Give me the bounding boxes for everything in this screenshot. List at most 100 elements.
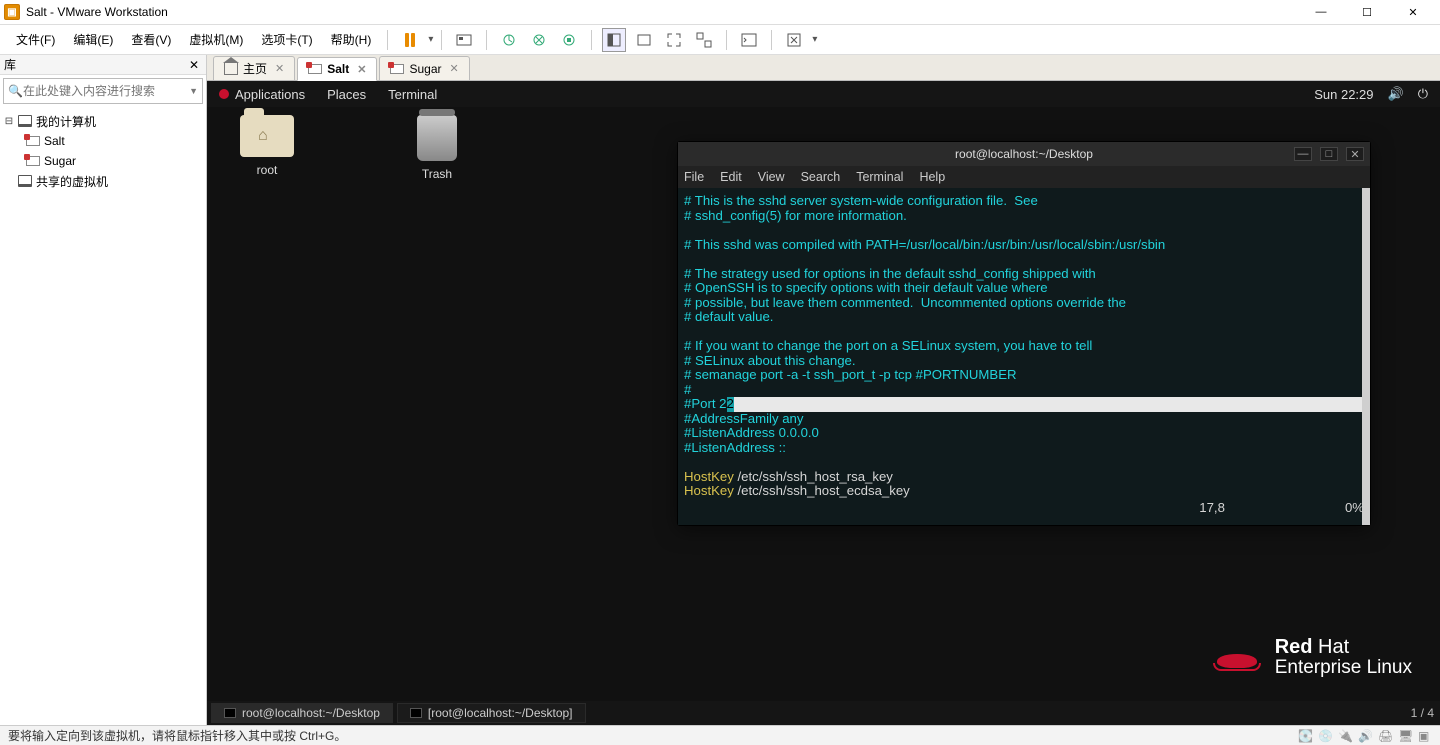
window-close-button[interactable]: ✕ bbox=[1390, 0, 1436, 25]
tree-node-sugar[interactable]: Sugar bbox=[0, 151, 206, 171]
terminal-titlebar[interactable]: root@localhost:~/Desktop — □ ✕ bbox=[678, 142, 1370, 166]
terminal-menu-search[interactable]: Search bbox=[801, 170, 841, 184]
device-more-icon[interactable]: ▣ bbox=[1418, 729, 1432, 743]
terminal-line: # This is the sshd server system-wide co… bbox=[684, 194, 1370, 209]
window-maximize-button[interactable]: ☐ bbox=[1344, 0, 1390, 25]
terminal-line: HostKey /etc/ssh/ssh_host_rsa_key bbox=[684, 470, 1370, 485]
tab-close-button[interactable]: ✕ bbox=[275, 62, 284, 75]
tab-sugar[interactable]: Sugar ✕ bbox=[379, 56, 469, 80]
menu-view[interactable]: 查看(V) bbox=[123, 27, 179, 52]
menu-help[interactable]: 帮助(H) bbox=[323, 27, 380, 52]
terminal-line bbox=[684, 455, 1370, 470]
tree-node-mycomputer[interactable]: ⊟ 我的计算机 bbox=[0, 111, 206, 131]
gnome-applications-menu[interactable]: Applications bbox=[235, 87, 305, 102]
terminal-maximize-button[interactable]: □ bbox=[1320, 147, 1338, 161]
snapshot-revert-button[interactable] bbox=[527, 28, 551, 52]
view-single-button[interactable] bbox=[602, 28, 626, 52]
menu-file[interactable]: 文件(F) bbox=[8, 27, 63, 52]
terminal-body[interactable]: # This is the sshd server system-wide co… bbox=[678, 188, 1370, 525]
terminal-line bbox=[684, 325, 1370, 340]
device-cd-icon[interactable]: 💿 bbox=[1318, 729, 1332, 743]
terminal-line: # default value. bbox=[684, 310, 1370, 325]
vmware-titlebar: ▣ Salt - VMware Workstation — ☐ ✕ bbox=[0, 0, 1440, 25]
gnome-places-menu[interactable]: Places bbox=[327, 87, 366, 102]
tab-close-button[interactable]: ✕ bbox=[357, 63, 366, 76]
computer-icon bbox=[18, 175, 32, 187]
terminal-close-button[interactable]: ✕ bbox=[1346, 147, 1364, 161]
desktop-icon-trash[interactable]: Trash bbox=[397, 115, 477, 181]
terminal-minimize-button[interactable]: — bbox=[1294, 147, 1312, 161]
vm-icon bbox=[308, 64, 322, 74]
menu-edit[interactable]: 编辑(E) bbox=[65, 27, 121, 52]
vmware-logo-icon: ▣ bbox=[4, 4, 20, 20]
sidebar-close-button[interactable]: ✕ bbox=[186, 58, 202, 72]
stretch-dropdown[interactable]: ▾ bbox=[812, 34, 817, 45]
library-sidebar: 库 ✕ 🔍 ▼ ⊟ 我的计算机 Salt Sugar bbox=[0, 55, 207, 725]
taskbar-task-terminal-2[interactable]: [root@localhost:~/Desktop] bbox=[397, 703, 586, 723]
terminal-menu-help[interactable]: Help bbox=[919, 170, 945, 184]
tab-label: Salt bbox=[327, 62, 349, 76]
device-hdd-icon[interactable]: 💽 bbox=[1298, 729, 1312, 743]
desktop-icon-root[interactable]: ⌂ root bbox=[227, 115, 307, 181]
terminal-line: # possible, but leave them commented. Un… bbox=[684, 296, 1370, 311]
terminal-menu-file[interactable]: File bbox=[684, 170, 704, 184]
vm-pause-button[interactable] bbox=[398, 28, 422, 52]
terminal-status-line: 17,8 0% bbox=[684, 499, 1370, 520]
trash-icon bbox=[417, 115, 457, 161]
menu-vm[interactable]: 虚拟机(M) bbox=[181, 27, 251, 52]
tab-salt[interactable]: Salt ✕ bbox=[297, 57, 377, 81]
terminal-line: # This sshd was compiled with PATH=/usr/… bbox=[684, 238, 1370, 253]
window-minimize-button[interactable]: — bbox=[1298, 0, 1344, 25]
tree-twisty-icon[interactable]: ⊟ bbox=[4, 116, 14, 127]
desktop-icon-label: root bbox=[227, 163, 307, 177]
tree-label: 共享的虚拟机 bbox=[36, 173, 108, 190]
search-dropdown-icon[interactable]: ▼ bbox=[189, 86, 198, 96]
gnome-terminal-menu[interactable]: Terminal bbox=[388, 87, 437, 102]
terminal-menu-edit[interactable]: Edit bbox=[720, 170, 742, 184]
terminal-scrollbar[interactable] bbox=[1362, 188, 1370, 525]
workspace-pager[interactable]: 1 / 4 bbox=[1411, 706, 1434, 720]
vm-icon bbox=[26, 136, 40, 146]
main-panel: 主页 ✕ Salt ✕ Sugar ✕ Applications Places … bbox=[207, 55, 1440, 725]
stretch-guest-button[interactable] bbox=[782, 28, 806, 52]
send-ctrl-alt-del-button[interactable] bbox=[452, 28, 476, 52]
snapshot-take-button[interactable] bbox=[497, 28, 521, 52]
vm-power-dropdown[interactable]: ▾ bbox=[428, 34, 433, 45]
terminal-text: #Port 2 bbox=[684, 397, 727, 412]
tab-label: 主页 bbox=[243, 60, 267, 77]
sidebar-search-input[interactable] bbox=[23, 84, 189, 98]
snapshot-manager-button[interactable] bbox=[557, 28, 581, 52]
branding-text: Red bbox=[1275, 636, 1313, 658]
gnome-clock[interactable]: Sun 22:29 bbox=[1314, 87, 1373, 102]
tab-home[interactable]: 主页 ✕ bbox=[213, 56, 295, 80]
tree-node-salt[interactable]: Salt bbox=[0, 131, 206, 151]
terminal-icon bbox=[410, 708, 422, 718]
volume-icon[interactable]: 🔊 bbox=[1388, 86, 1404, 102]
terminal-icon bbox=[224, 708, 236, 718]
statusbar-hint: 要将输入定向到该虚拟机，请将鼠标指针移入其中或按 Ctrl+G。 bbox=[8, 727, 346, 744]
guest-screen[interactable]: Applications Places Terminal Sun 22:29 🔊… bbox=[207, 81, 1440, 725]
view-console-button[interactable] bbox=[632, 28, 656, 52]
view-unity-button[interactable] bbox=[692, 28, 716, 52]
tree-node-shared[interactable]: 共享的虚拟机 bbox=[0, 171, 206, 191]
taskbar-task-terminal-1[interactable]: root@localhost:~/Desktop bbox=[211, 703, 393, 723]
terminal-line: # sshd_config(5) for more information. bbox=[684, 209, 1370, 224]
terminal-menu-view[interactable]: View bbox=[758, 170, 785, 184]
tab-close-button[interactable]: ✕ bbox=[450, 62, 459, 75]
menu-tabs[interactable]: 选项卡(T) bbox=[253, 27, 320, 52]
search-icon: 🔍 bbox=[8, 84, 23, 98]
view-fullscreen-button[interactable] bbox=[662, 28, 686, 52]
branding-text: Enterprise Linux bbox=[1275, 658, 1412, 679]
terminal-menu-terminal[interactable]: Terminal bbox=[856, 170, 903, 184]
device-usb-icon[interactable]: 🔊 bbox=[1358, 729, 1372, 743]
device-printer-icon[interactable]: 🖨 bbox=[1378, 729, 1392, 743]
device-display-icon[interactable]: 🖥 bbox=[1398, 729, 1412, 743]
device-net-icon[interactable]: 🔌 bbox=[1338, 729, 1352, 743]
tree-twisty-icon[interactable] bbox=[4, 176, 14, 187]
tree-label: Sugar bbox=[44, 154, 76, 168]
console-button[interactable] bbox=[737, 28, 761, 52]
sidebar-search[interactable]: 🔍 ▼ bbox=[3, 78, 203, 104]
device-status-icons: 💽 💿 🔌 🔊 🖨 🖥 ▣ bbox=[1298, 729, 1432, 743]
gnome-terminal-window[interactable]: root@localhost:~/Desktop — □ ✕ File Edit… bbox=[677, 141, 1371, 526]
power-icon[interactable]: ⏻ bbox=[1418, 86, 1428, 102]
